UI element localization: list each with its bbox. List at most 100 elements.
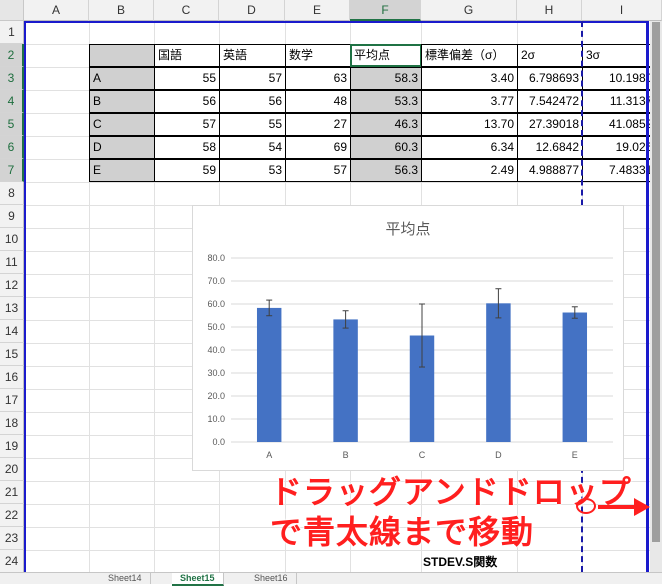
spreadsheet-grid[interactable]: ABCDEFGHI 1 2 3 4 5 6 7 8 9 10 11 12 13 14 15 16 17 18 19 2… <box>0 0 662 572</box>
table-cell[interactable]: 56 <box>219 90 286 113</box>
x-tick-label: D <box>495 450 502 460</box>
row-header-6[interactable]: 6 <box>0 136 24 159</box>
table-cell[interactable]: 3.40 <box>421 67 518 90</box>
table-cell[interactable]: 58 <box>154 136 220 159</box>
table-row-label-cell[interactable]: D <box>89 136 155 159</box>
table-header-cell[interactable]: 数学 <box>285 44 351 67</box>
table-cell[interactable]: 2.49 <box>421 159 518 182</box>
column-header-b[interactable]: B <box>89 0 154 21</box>
row-header-13[interactable]: 13 <box>0 297 24 320</box>
table-cell[interactable]: 56.3 <box>350 159 422 182</box>
column-header-d[interactable]: D <box>219 0 285 21</box>
x-tick-label: C <box>419 450 426 460</box>
table-cell[interactable]: 3.77 <box>421 90 518 113</box>
stdev-function-label: STDEV.S関数 <box>423 555 498 569</box>
row-header-10[interactable]: 10 <box>0 228 24 251</box>
table-cell[interactable]: 55 <box>154 67 220 90</box>
table-cell[interactable]: 13.70 <box>421 113 518 136</box>
row-header-18[interactable]: 18 <box>0 412 24 435</box>
row-header-12[interactable]: 12 <box>0 274 24 297</box>
sheet-tab-bar: Sheet14 Sheet15 Sheet16 <box>0 572 662 586</box>
table-row-label-cell[interactable]: B <box>89 90 155 113</box>
arrow-right-icon <box>598 498 650 516</box>
y-tick-label: 80.0 <box>207 253 225 263</box>
table-cell[interactable]: 59 <box>154 159 220 182</box>
drag-handle-marker <box>576 498 596 514</box>
row-header-3[interactable]: 3 <box>0 67 24 90</box>
sheet-tab-sheet16[interactable]: Sheet16 <box>246 573 297 584</box>
x-tick-label: E <box>572 450 578 460</box>
row-header-9[interactable]: 9 <box>0 205 24 228</box>
y-tick-label: 40.0 <box>207 345 225 355</box>
table-header-cell[interactable]: 平均点 <box>350 44 422 67</box>
table-header-cell[interactable]: 国語 <box>154 44 220 67</box>
bar-b <box>333 319 358 442</box>
column-header-h[interactable]: H <box>517 0 582 21</box>
bar-a <box>256 307 282 442</box>
table-cell[interactable]: 7.542472 <box>517 90 583 113</box>
row-header-1[interactable]: 1 <box>0 21 24 44</box>
table-row-label-cell[interactable]: A <box>89 67 155 90</box>
column-header-e[interactable]: E <box>285 0 350 21</box>
row-header-17[interactable]: 17 <box>0 389 24 412</box>
table-cell[interactable]: 46.3 <box>350 113 422 136</box>
row-header-23[interactable]: 23 <box>0 527 24 550</box>
row-header-22[interactable]: 22 <box>0 504 24 527</box>
bar-e <box>562 312 588 442</box>
table-cell[interactable]: 63 <box>285 67 351 90</box>
table-cell[interactable]: 53.3 <box>350 90 422 113</box>
table-cell[interactable]: 4.988877 <box>517 159 583 182</box>
table-cell[interactable]: 60.3 <box>350 136 422 159</box>
table-cell[interactable]: 27 <box>285 113 351 136</box>
table-header-cell[interactable]: 標準偏差（σ） <box>421 44 518 67</box>
table-cell[interactable]: 69 <box>285 136 351 159</box>
table-row-label-cell[interactable]: E <box>89 159 155 182</box>
row-header-4[interactable]: 4 <box>0 90 24 113</box>
column-header-a[interactable]: A <box>24 0 89 21</box>
page-break-left <box>24 21 26 572</box>
table-cell[interactable]: 54 <box>219 136 286 159</box>
table-cell[interactable]: 27.39018 <box>517 113 583 136</box>
y-tick-label: 50.0 <box>207 322 225 332</box>
table-header-cell[interactable] <box>89 44 155 67</box>
row-header-8[interactable]: 8 <box>0 182 24 205</box>
y-tick-label: 60.0 <box>207 299 225 309</box>
table-cell[interactable]: 55 <box>219 113 286 136</box>
bar-d <box>486 303 511 442</box>
average-score-chart[interactable]: 平均点 0.0 10.0 20.0 30.0 40.0 50.0 60.0 70.0 80.0 A… <box>192 205 624 471</box>
column-header-f[interactable]: F <box>350 0 421 21</box>
table-cell[interactable]: 53 <box>219 159 286 182</box>
select-all-corner[interactable] <box>0 0 24 21</box>
row-header-2[interactable]: 2 <box>0 44 24 67</box>
sheet-tab-sheet15[interactable]: Sheet15 <box>172 573 224 586</box>
table-cell[interactable]: 6.34 <box>421 136 518 159</box>
table-cell[interactable]: 57 <box>154 113 220 136</box>
table-cell[interactable]: 57 <box>219 67 286 90</box>
column-header-i[interactable]: I <box>582 0 662 21</box>
row-header-15[interactable]: 15 <box>0 343 24 366</box>
row-header-21[interactable]: 21 <box>0 481 24 504</box>
row-header-19[interactable]: 19 <box>0 435 24 458</box>
table-cell[interactable]: 58.3 <box>350 67 422 90</box>
table-header-cell[interactable]: 2σ <box>517 44 583 67</box>
row-header-20[interactable]: 20 <box>0 458 24 481</box>
row-header-14[interactable]: 14 <box>0 320 24 343</box>
row-header-7[interactable]: 7 <box>0 159 24 182</box>
table-header-cell[interactable]: 英語 <box>219 44 286 67</box>
y-tick-label: 10.0 <box>207 414 225 424</box>
table-cell[interactable]: 56 <box>154 90 220 113</box>
table-row-label-cell[interactable]: C <box>89 113 155 136</box>
sheet-tab-sheet14[interactable]: Sheet14 <box>100 573 151 584</box>
table-cell[interactable]: 57 <box>285 159 351 182</box>
table-cell[interactable]: 48 <box>285 90 351 113</box>
row-header-5[interactable]: 5 <box>0 113 24 136</box>
row-header-11[interactable]: 11 <box>0 251 24 274</box>
row-header-16[interactable]: 16 <box>0 366 24 389</box>
table-cell[interactable]: 12.6842 <box>517 136 583 159</box>
column-header-g[interactable]: G <box>421 0 517 21</box>
annotation-line-2: で青太線まで移動 <box>270 513 535 551</box>
row-header-24[interactable]: 24 <box>0 550 24 572</box>
column-header-c[interactable]: C <box>154 0 219 21</box>
table-cell[interactable]: 6.798693 <box>517 67 583 90</box>
vertical-scrollbar-thumb[interactable] <box>652 22 660 542</box>
